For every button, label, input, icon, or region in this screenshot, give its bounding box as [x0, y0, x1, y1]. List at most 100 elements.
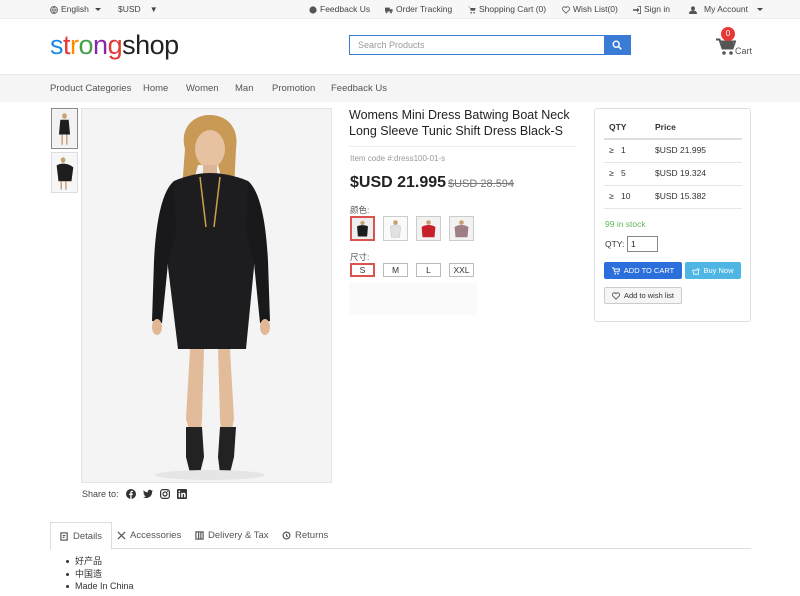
currency-label: $USD	[118, 4, 141, 14]
size-option-l[interactable]: L	[416, 263, 441, 277]
language-selector[interactable]: English	[50, 0, 101, 19]
columns-icon	[195, 531, 204, 540]
site-logo[interactable]: strongshop	[50, 30, 179, 60]
cart-label: Cart	[735, 46, 753, 56]
qty-value: 10	[621, 191, 631, 201]
stock-status: 99 in stock	[605, 219, 646, 229]
share-bar: Share to:	[82, 487, 187, 501]
site-header: strongshop 0 Cart	[0, 19, 800, 74]
currency-selector[interactable]: $USD ▼	[118, 0, 158, 19]
swatch-white-image	[384, 217, 407, 240]
qty-value: 1	[621, 145, 626, 155]
hand-point-icon	[692, 267, 701, 275]
nav-item-product-categories[interactable]: Product Categories	[50, 75, 131, 103]
gallery-thumbnail-2[interactable]	[51, 152, 78, 193]
tab-accessories[interactable]: Accessories	[117, 522, 181, 549]
quantity-input[interactable]	[627, 236, 658, 252]
topbar-feedback-label: Feedback Us	[320, 4, 371, 14]
table-header-row: QTY Price	[604, 117, 742, 140]
size-option-s[interactable]: S	[350, 263, 375, 277]
color-swatch-red[interactable]	[416, 216, 441, 241]
search-input[interactable]	[350, 36, 604, 54]
search-icon	[612, 40, 622, 50]
tier-price: $USD 15.382	[655, 191, 707, 201]
truck-icon	[385, 7, 393, 13]
linkedin-icon[interactable]	[176, 489, 187, 499]
thumbnail-image	[52, 109, 77, 148]
add-to-cart-label: ADD TO CART	[623, 266, 675, 275]
qty-sign: ≥	[609, 168, 614, 178]
top-bar: English $USD ▼ Feedback Us Order Trackin…	[0, 0, 800, 19]
chevron-down-icon	[756, 8, 763, 11]
instagram-icon[interactable]	[159, 489, 170, 499]
tab-returns-label: Returns	[295, 530, 329, 541]
share-label: Share to:	[82, 489, 119, 499]
logo-letter: h	[135, 30, 150, 60]
size-label: 尺寸:	[350, 252, 370, 262]
search-bar	[349, 35, 631, 55]
add-to-cart-button[interactable]: ADD TO CART	[604, 262, 682, 279]
search-button[interactable]	[604, 36, 630, 54]
tier-price: $USD 21.995	[655, 145, 707, 155]
list-item: Made In China	[66, 581, 134, 591]
swatch-black-image	[352, 218, 373, 239]
my-account-label: My Account	[704, 4, 748, 14]
tab-returns[interactable]: Returns	[282, 522, 328, 549]
language-label: English	[61, 4, 89, 14]
nav-item-promotion[interactable]: Promotion	[272, 75, 315, 103]
cart-count-badge: 0	[721, 27, 735, 41]
tier-price: $USD 19.324	[655, 168, 707, 178]
color-swatch-white[interactable]	[383, 216, 408, 241]
gallery-thumbnail-1[interactable]	[51, 108, 78, 149]
tab-details-label: Details	[73, 530, 103, 542]
title-divider	[349, 146, 577, 147]
sign-in-label: Sign in	[644, 4, 670, 14]
swatch-mauve-image	[450, 217, 473, 240]
header-cart[interactable]: 0 Cart	[716, 27, 766, 67]
tab-delivery-tax[interactable]: Delivery & Tax	[195, 522, 269, 549]
swatch-red-image	[417, 217, 440, 240]
color-swatch-black[interactable]	[350, 216, 375, 241]
main-nav: Product Categories Home Women Man Promot…	[0, 74, 800, 102]
qty-sign: ≥	[609, 145, 614, 155]
chevron-down-icon	[94, 8, 101, 11]
table-row: ≥ 1 $USD 21.995	[604, 140, 742, 163]
shopping-cart-icon	[468, 6, 476, 14]
sign-in-link[interactable]: Sign in	[633, 0, 670, 19]
price-column-header: Price	[655, 122, 676, 132]
globe-icon	[50, 5, 58, 14]
comment-icon	[309, 5, 317, 14]
empty-option-area	[349, 283, 477, 315]
logo-letter: r	[70, 30, 79, 60]
add-to-wishlist-label: Add to wish list	[623, 291, 675, 300]
add-to-wishlist-button[interactable]: Add to wish list	[604, 287, 682, 304]
nav-item-home[interactable]: Home	[143, 75, 168, 103]
nav-item-women[interactable]: Women	[186, 75, 219, 103]
buy-now-button[interactable]: Buy Now	[685, 262, 741, 279]
original-price: $USD 28.594	[448, 178, 515, 190]
qty-value: 5	[621, 168, 626, 178]
qty-column-header: QTY	[609, 122, 627, 132]
size-option-xxl[interactable]: XXL	[449, 263, 474, 277]
facebook-icon[interactable]	[125, 489, 136, 499]
wishlist-link[interactable]: Wish List(0)	[562, 0, 618, 19]
order-tracking-link[interactable]: Order Tracking	[385, 0, 452, 19]
topbar-feedback-link[interactable]: Feedback Us	[309, 0, 370, 19]
tab-details[interactable]: Details	[50, 522, 113, 550]
list-item: 中国造	[66, 568, 134, 581]
nav-item-feedback[interactable]: Feedback Us	[331, 75, 387, 103]
logo-letter: o	[149, 30, 165, 60]
details-list: 好产品 中国造 Made In China	[66, 555, 134, 593]
product-main-image[interactable]	[81, 108, 332, 483]
twitter-icon[interactable]	[142, 489, 153, 499]
nav-item-man[interactable]: Man	[235, 75, 253, 103]
currency-caret-icon: ▼	[149, 5, 158, 14]
my-account-menu[interactable]: My Account	[689, 0, 763, 19]
shopping-cart-link[interactable]: Shopping Cart (0)	[468, 0, 546, 19]
order-tracking-label: Order Tracking	[396, 4, 453, 14]
table-row: ≥ 10 $USD 15.382	[604, 186, 742, 209]
qty-sign: ≥	[609, 191, 614, 201]
color-swatch-mauve[interactable]	[449, 216, 474, 241]
size-option-m[interactable]: M	[383, 263, 408, 277]
logo-letter: s	[50, 30, 64, 60]
